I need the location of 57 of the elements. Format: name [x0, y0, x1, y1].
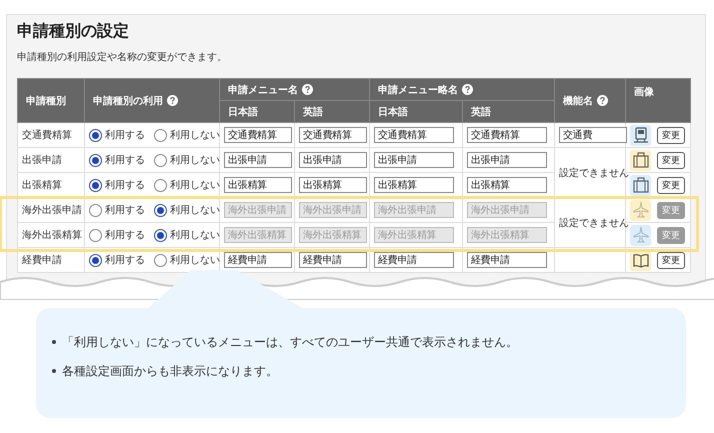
radio-button[interactable]: 利用しない: [154, 253, 220, 267]
bullet-icon: [52, 340, 56, 344]
table-cell: 出張精算: [22, 180, 62, 191]
page-title: 申請種別の設定: [17, 21, 130, 42]
change-button[interactable]: 変更: [657, 126, 685, 144]
bullet-icon: [52, 369, 56, 373]
text-field[interactable]: 交通費: [559, 127, 627, 143]
radio-button[interactable]: 利用する: [89, 153, 145, 167]
note-text: 「利用しない」になっているメニューは、すべてのユーザー共通で表示されません。: [62, 334, 518, 351]
help-icon[interactable]: [167, 95, 178, 106]
text-field[interactable]: 経費申請: [467, 252, 547, 268]
page-description: 申請種別の利用設定や名称の変更ができます。: [17, 50, 228, 64]
table-cell: 経費申請: [22, 255, 62, 266]
text-field[interactable]: 交通費精算: [374, 127, 454, 143]
change-button[interactable]: 変更: [657, 252, 685, 268]
text-field[interactable]: 出張申請: [299, 152, 367, 168]
column-header: 英語: [471, 106, 491, 118]
table-cell: 出張申請: [22, 155, 62, 166]
text-field[interactable]: 経費申請: [374, 252, 454, 268]
column-header: 申請種別: [26, 94, 66, 108]
text-field[interactable]: 出張申請: [467, 152, 547, 168]
table-cell: 設定できません: [559, 218, 629, 228]
note-text: 各種設定画面からも非表示になります。: [62, 363, 278, 380]
text-field[interactable]: 出張精算: [299, 177, 367, 193]
text-field[interactable]: 出張申請: [224, 152, 292, 168]
table-cell: 交通費精算: [22, 130, 72, 141]
text-field[interactable]: 出張精算: [224, 177, 292, 193]
radio-button[interactable]: 利用する: [89, 178, 145, 192]
column-header: 機能名: [563, 94, 593, 108]
text-field[interactable]: 出張精算: [374, 177, 454, 193]
radio-button[interactable]: 利用しない: [154, 178, 220, 192]
column-header: 申請種別の利用: [93, 94, 163, 108]
help-icon[interactable]: [302, 84, 313, 95]
help-icon[interactable]: [462, 84, 473, 95]
table-cell: 設定できません: [559, 168, 629, 178]
radio-button[interactable]: 利用する: [89, 128, 145, 142]
radio-button[interactable]: 利用しない: [154, 128, 220, 142]
text-field[interactable]: 経費申請: [224, 252, 292, 268]
column-header: 画像: [634, 86, 654, 99]
column-header: 申請メニュー略名: [378, 84, 458, 96]
text-field[interactable]: 交通費精算: [299, 127, 367, 143]
table-cell: 海外出張申請: [22, 205, 82, 216]
help-icon[interactable]: [597, 95, 608, 106]
text-field[interactable]: 経費申請: [299, 252, 367, 268]
column-header: 日本語: [378, 106, 408, 118]
column-header: 日本語: [228, 106, 258, 118]
column-header: 英語: [303, 106, 323, 118]
text-field[interactable]: 交通費精算: [224, 127, 292, 143]
change-button[interactable]: 変更: [657, 176, 685, 194]
text-field[interactable]: 出張精算: [467, 177, 547, 193]
text-field[interactable]: 交通費精算: [467, 127, 547, 143]
column-header: 申請メニュー名: [228, 84, 298, 96]
radio-button[interactable]: 利用する: [89, 253, 145, 267]
text-field[interactable]: 出張申請: [374, 152, 454, 168]
change-button[interactable]: 変更: [657, 152, 685, 168]
table-cell: 海外出張精算: [22, 230, 82, 241]
radio-button[interactable]: 利用しない: [154, 153, 220, 167]
